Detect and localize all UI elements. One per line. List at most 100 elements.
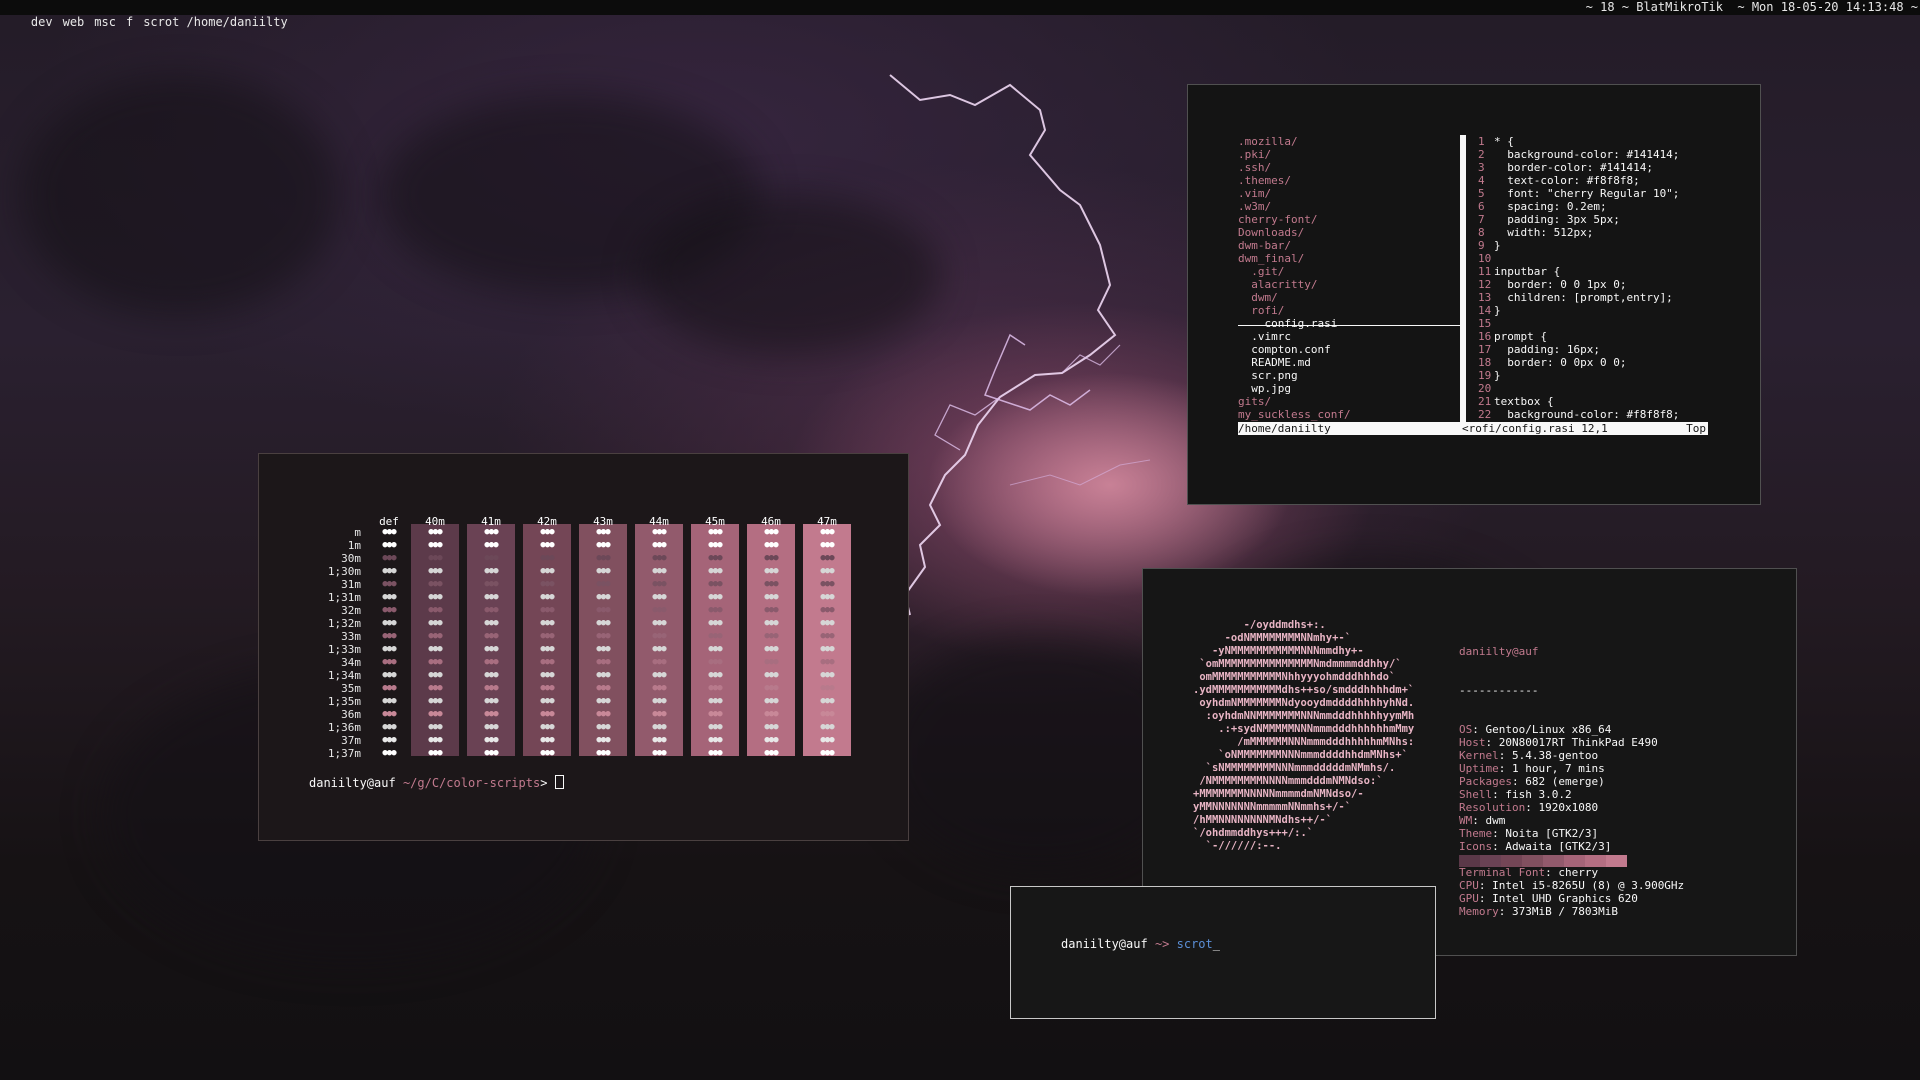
- color-sample: ●●●: [764, 748, 778, 758]
- tag-f[interactable]: f: [126, 15, 133, 29]
- color-sample: ●●●: [764, 709, 778, 719]
- code-line: 3 border-color: #141414;: [1478, 161, 1679, 174]
- statusline-left: /home/daniilty: [1238, 422, 1331, 435]
- file-entry[interactable]: dwm/: [1238, 291, 1351, 304]
- color-sample: ●●●: [764, 735, 778, 745]
- row-label: 36m: [341, 708, 361, 721]
- color-sample: ●●●: [540, 527, 554, 537]
- info-key: Memory: [1459, 905, 1499, 918]
- file-entry[interactable]: .ssh/: [1238, 161, 1351, 174]
- info-row: GPU: Intel UHD Graphics 620: [1459, 892, 1638, 905]
- code-text: border-color: #141414;: [1494, 161, 1653, 174]
- palette-swatch: [1585, 855, 1606, 867]
- code-text: text-color: #f8f8f8;: [1494, 174, 1640, 187]
- file-entry[interactable]: .themes/: [1238, 174, 1351, 187]
- scrot-terminal[interactable]: daniilty@auf ~> scrot_: [1010, 886, 1436, 1019]
- file-entry[interactable]: my_suckless_conf/: [1238, 408, 1351, 421]
- palette-swatch: [1564, 855, 1585, 867]
- file-entry[interactable]: config.rasi: [1238, 317, 1351, 330]
- code-text: background-color: #141414;: [1494, 148, 1680, 161]
- info-value: Intel i5-8265U (8) @ 3.900GHz: [1492, 879, 1685, 892]
- info-value: 20N80017RT ThinkPad E490: [1498, 736, 1658, 749]
- info-value: 1920x1080: [1538, 801, 1599, 814]
- color-sample: ●●●: [652, 644, 666, 654]
- color-sample: ●●●: [484, 631, 498, 641]
- row-label: 1;36m: [327, 721, 361, 734]
- info-key: Kernel: [1459, 749, 1499, 762]
- tag-web[interactable]: web: [63, 15, 85, 29]
- code-line: 20: [1478, 382, 1679, 395]
- command-line[interactable]: daniilty@auf ~> scrot_: [1061, 937, 1220, 951]
- file-entry[interactable]: scr.png: [1238, 369, 1351, 382]
- color-sample: ●●●: [596, 605, 610, 615]
- file-entry[interactable]: .git/: [1238, 265, 1351, 278]
- file-entry[interactable]: .vimrc: [1238, 330, 1351, 343]
- statusline-pos: Top: [1686, 422, 1706, 435]
- info-key: GPU: [1459, 892, 1479, 905]
- file-entry[interactable]: dwm_final/: [1238, 252, 1351, 265]
- info-value: 373MiB / 7803MiB: [1512, 905, 1618, 918]
- line-number: 1: [1478, 135, 1485, 148]
- vim-editor-window[interactable]: .mozilla/.pki/.ssh/.themes/.vim/.w3m/che…: [1187, 84, 1761, 505]
- term-arrow: ~>: [1154, 937, 1170, 951]
- file-entry[interactable]: dwm-bar/: [1238, 239, 1351, 252]
- file-entry[interactable]: wp.jpg: [1238, 382, 1351, 395]
- info-key: Packages: [1459, 775, 1512, 788]
- code-line: 11 inputbar {: [1478, 265, 1679, 278]
- color-sample: ●●●: [484, 579, 498, 589]
- file-entry[interactable]: Downloads/: [1238, 226, 1351, 239]
- code-line: 2 background-color: #141414;: [1478, 148, 1679, 161]
- code-text: width: 512px;: [1494, 226, 1594, 239]
- color-sample: ●●●: [820, 748, 834, 758]
- file-entry[interactable]: compton.conf: [1238, 343, 1351, 356]
- shell-prompt[interactable]: daniilty@auf ~/g/C/color-scripts>: [309, 775, 564, 790]
- color-sample: ●●●: [708, 722, 722, 732]
- info-value: dwm: [1485, 814, 1506, 827]
- row-label: 35m: [341, 682, 361, 695]
- color-sample: ●●●: [484, 735, 498, 745]
- color-sample: ●●●: [540, 670, 554, 680]
- code-text: inputbar {: [1494, 265, 1561, 278]
- file-entry[interactable]: README.md: [1238, 356, 1351, 369]
- ascii-line: `sNMMMMMMMMNNNmmmdddddmNMmhs/.: [1193, 762, 1396, 774]
- tag-dev[interactable]: dev: [31, 15, 53, 29]
- color-sample: ●●●: [484, 566, 498, 576]
- file-entry[interactable]: .w3m/: [1238, 200, 1351, 213]
- code-buffer[interactable]: 1 * {2 background-color: #141414; 3 border…: [1478, 135, 1679, 421]
- color-sample: ●●●: [764, 670, 778, 680]
- file-entry[interactable]: .vim/: [1238, 187, 1351, 200]
- ascii-line: /hMMNNNNNNNNMNdhs++/-`: [1193, 814, 1333, 826]
- nerdtree-file-list[interactable]: .mozilla/.pki/.ssh/.themes/.vim/.w3m/che…: [1238, 135, 1351, 421]
- file-entry[interactable]: rofi/: [1238, 304, 1351, 317]
- color-sample: ●●●: [652, 540, 666, 550]
- code-text: }: [1494, 239, 1501, 252]
- row-label: 1;30m: [327, 565, 361, 578]
- tag-msc[interactable]: msc: [94, 15, 116, 29]
- color-sample: ●●●: [540, 566, 554, 576]
- file-entry[interactable]: alacritty/: [1238, 278, 1351, 291]
- color-sample: ●●●: [764, 631, 778, 641]
- color-sample: ●●●: [596, 592, 610, 602]
- color-sample: ●●●: [484, 696, 498, 706]
- color-sample: ●●●: [428, 631, 442, 641]
- code-text: children: [prompt,entry];: [1494, 291, 1673, 304]
- color-sample: ●●●: [764, 566, 778, 576]
- file-entry[interactable]: cherry-font/: [1238, 213, 1351, 226]
- color-scripts-terminal[interactable]: def ●●● ●●● ●●● ●●● ●●● ●●● ●●● ●●● ●●● ●●● ●●● ●●● ●…: [258, 453, 909, 841]
- color-sample: ●●●: [820, 631, 834, 641]
- color-sample: ●●●: [382, 657, 396, 667]
- code-text: font: "cherry Regular 10";: [1494, 187, 1680, 200]
- color-sample: ●●●: [540, 696, 554, 706]
- info-row: Terminal Font: cherry: [1459, 866, 1599, 879]
- color-sample: ●●●: [540, 631, 554, 641]
- info-key: Host: [1459, 736, 1486, 749]
- color-sample: ●●●: [428, 748, 442, 758]
- file-entry[interactable]: .pki/: [1238, 148, 1351, 161]
- color-sample: ●●●: [652, 696, 666, 706]
- file-entry[interactable]: gits/: [1238, 395, 1351, 408]
- ascii-line: .:+sydNMMMMMNNNmmmdddhhhhhhmMmy: [1193, 723, 1415, 735]
- color-sample: ●●●: [540, 605, 554, 615]
- file-entry[interactable]: .mozilla/: [1238, 135, 1351, 148]
- palette-swatch: [1522, 855, 1543, 867]
- color-sample: ●●●: [708, 631, 722, 641]
